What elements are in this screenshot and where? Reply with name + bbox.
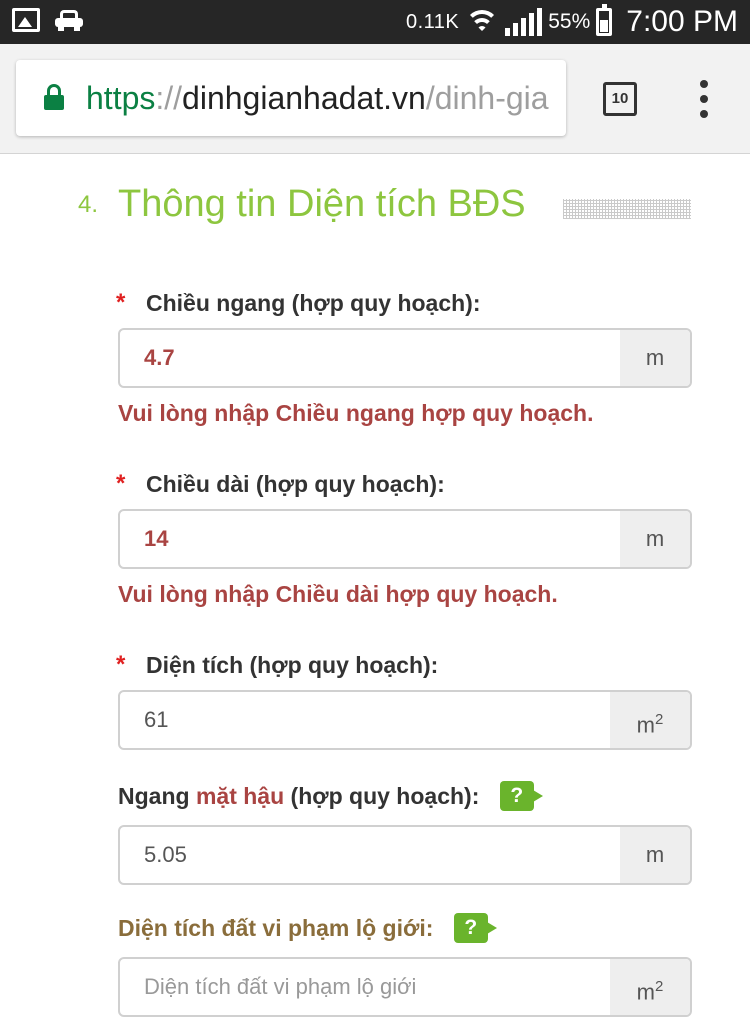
width-error-message: Vui lòng nhập Chiều ngang hợp quy hoạch. (118, 400, 594, 426)
back-width-label-emph: mặt hậu (195, 783, 285, 809)
back-width-input-group: 5.05 m (118, 825, 692, 885)
status-bar: 0.11K 55% 7:00 PM (0, 0, 750, 44)
page-content: 4. Thông tin Diện tích BĐS * Chiều ngang… (0, 155, 750, 1017)
violation-area-input-group: Diện tích đất vi phạm lộ giới m2 (118, 957, 692, 1017)
required-marker: * (116, 651, 126, 678)
help-icon[interactable]: ? (499, 780, 543, 811)
section-title: Thông tin Diện tích BĐS (118, 183, 526, 225)
battery-percent: 55% (548, 10, 591, 33)
overflow-menu-icon[interactable] (690, 80, 720, 120)
length-label-text: Chiều dài (hợp quy hoạch): (146, 471, 445, 497)
battery-icon (596, 4, 613, 36)
length-input-group: 14 m (118, 509, 692, 569)
area-field: * Diện tích (hợp quy hoạch): 61 m2 (116, 650, 692, 750)
violation-area-label-text: Diện tích đất vi phạm lộ giới: (118, 915, 434, 941)
back-width-field: Ngang mặt hậu (hợp quy hoạch): ? 5.05 m (118, 780, 692, 885)
signal-icon (505, 8, 543, 36)
area-input-group: 61 m2 (118, 690, 692, 750)
area-unit-text: m (636, 712, 655, 738)
violation-area-unit-sup: 2 (654, 978, 664, 995)
section-number: 4. (78, 191, 99, 218)
url-separator: :// (155, 80, 183, 116)
area-unit-sup: 2 (654, 711, 664, 728)
url-scheme: https (86, 80, 156, 116)
width-input-group: 4.7 m (118, 328, 692, 388)
width-unit: m (620, 330, 690, 386)
section-divider (563, 199, 691, 219)
url-path: /dinh-gia (425, 80, 549, 116)
photo-icon (12, 8, 40, 32)
browser-toolbar: https://dinhgianhadat.vn/dinh-gia 10 (0, 44, 750, 154)
width-input[interactable]: 4.7 (120, 330, 622, 386)
violation-area-field: Diện tích đất vi phạm lộ giới: ? Diện tí… (118, 912, 692, 1017)
car-icon (54, 8, 84, 32)
area-unit: m2 (610, 692, 690, 748)
required-marker: * (116, 289, 126, 316)
lock-icon (44, 84, 64, 110)
length-error-message: Vui lòng nhập Chiều dài hợp quy hoạch. (118, 581, 558, 607)
wifi-icon (465, 8, 500, 36)
width-label: * Chiều ngang (hợp quy hoạch): (116, 288, 692, 318)
back-width-label-suffix: (hợp quy hoạch): (284, 783, 480, 809)
length-unit: m (620, 511, 690, 567)
width-label-text: Chiều ngang (hợp quy hoạch): (146, 290, 481, 316)
address-bar[interactable]: https://dinhgianhadat.vn/dinh-gia (16, 60, 566, 136)
network-speed: 0.11K (405, 10, 460, 33)
url-host: dinhgianhadat.vn (182, 80, 426, 116)
violation-area-unit-text: m (636, 979, 655, 1005)
back-width-input[interactable]: 5.05 (120, 827, 622, 883)
violation-area-unit: m2 (610, 959, 690, 1015)
required-marker: * (116, 470, 126, 497)
violation-area-input[interactable]: Diện tích đất vi phạm lộ giới (120, 959, 612, 1015)
length-input[interactable]: 14 (120, 511, 622, 567)
back-width-label-prefix: Ngang (118, 783, 196, 809)
clock: 7:00 PM (626, 5, 738, 38)
back-width-label: Ngang mặt hậu (hợp quy hoạch): ? (118, 780, 692, 811)
url-text[interactable]: https://dinhgianhadat.vn/dinh-gia (86, 78, 549, 118)
violation-area-label: Diện tích đất vi phạm lộ giới: ? (118, 912, 692, 943)
help-icon[interactable]: ? (453, 912, 497, 943)
back-width-unit: m (620, 827, 690, 883)
width-field: * Chiều ngang (hợp quy hoạch): 4.7 m Vui… (116, 288, 692, 426)
area-label: * Diện tích (hợp quy hoạch): (116, 650, 692, 680)
length-label: * Chiều dài (hợp quy hoạch): (116, 469, 692, 499)
area-label-text: Diện tích (hợp quy hoạch): (146, 652, 439, 678)
length-field: * Chiều dài (hợp quy hoạch): 14 m Vui lò… (116, 469, 692, 607)
area-input[interactable]: 61 (120, 692, 612, 748)
tab-switcher-button[interactable]: 10 (603, 82, 637, 116)
